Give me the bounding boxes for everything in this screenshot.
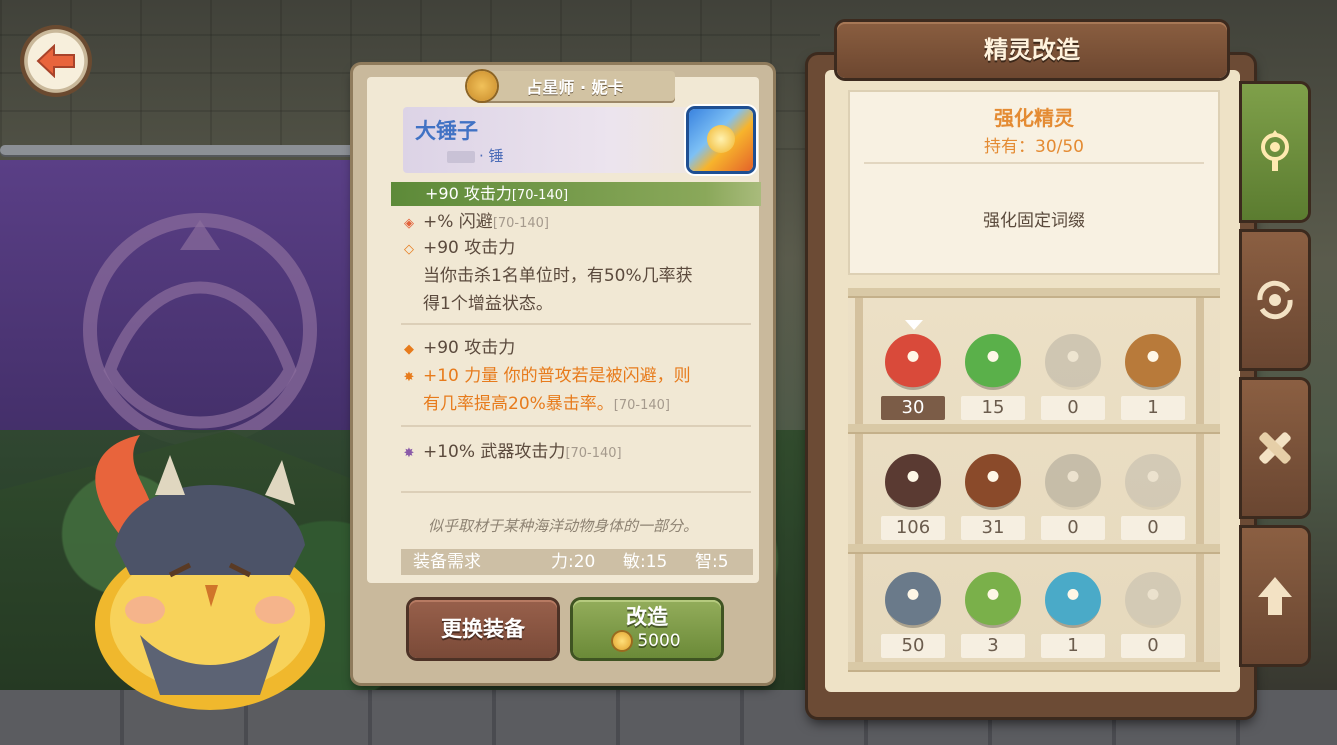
banner-emblem-icon	[83, 213, 317, 447]
spirit-count: 30	[881, 396, 945, 420]
spirit-lamp-icon	[1261, 130, 1289, 171]
spirit-slot[interactable]: 31	[961, 440, 1025, 544]
spirit-count: 0	[1041, 396, 1105, 420]
spirit-count: 0	[1041, 516, 1105, 540]
divider	[401, 491, 751, 493]
divider	[401, 425, 751, 427]
reforge-button[interactable]: 改造 5000	[573, 600, 721, 658]
spirit-sprite-icon	[1125, 454, 1181, 510]
stat-row: ◆ +90 攻击力	[401, 335, 761, 363]
stat-row: ✸ +10 力量 你的普攻若是被闪避，则	[401, 363, 761, 391]
blurred-text	[447, 150, 475, 163]
owner-tag: 占星师 · 妮卡	[467, 71, 675, 101]
main-stat: +90 攻击力[70-140]	[391, 182, 761, 206]
selected-pointer-icon	[905, 320, 923, 330]
stat-detail: 得1个增益状态。	[423, 294, 553, 314]
stat-row: ◈ +% 闪避[70-140]	[401, 209, 761, 237]
shelf-bar	[848, 544, 1220, 552]
equipment-details: 占星师 · 妮卡 大锤子 · 锤 +90 攻击力[70-140] ◈ +% 闪避[…	[367, 71, 761, 583]
spirit-sprite-icon	[1045, 454, 1101, 510]
requirement-str: 力:20	[551, 552, 596, 572]
spirit-slot[interactable]: 0	[1041, 440, 1105, 544]
spirit-sprite-icon	[885, 454, 941, 510]
divider	[401, 323, 751, 325]
arrow-up-icon	[1258, 577, 1292, 615]
spirit-sprite-icon	[965, 454, 1021, 510]
reforge-cost: 5000	[573, 630, 721, 652]
spirit-count: 106	[881, 516, 945, 540]
spirit-sprite-icon	[1125, 334, 1181, 390]
spirit-slot[interactable]: 0	[1041, 320, 1105, 424]
diamond-outline-icon: ◇	[404, 242, 414, 257]
star-icon: ✸	[403, 370, 415, 385]
change-equipment-button[interactable]: 更换装备	[409, 600, 557, 658]
spirit-slot[interactable]: 106	[881, 440, 945, 544]
stat-row: ◇ +90 攻击力	[401, 235, 761, 263]
gold-coin-icon	[613, 632, 632, 650]
spirit-slot[interactable]: 15	[961, 320, 1025, 424]
requirement-int: 智:5	[695, 552, 729, 572]
star-icon: ✸	[403, 446, 415, 461]
back-button[interactable]	[20, 25, 92, 97]
spirit-effect: 强化固定词缀	[983, 211, 1085, 231]
spirit-count: 0	[1121, 634, 1185, 658]
spirit-count: 31	[961, 516, 1025, 540]
owner-name: 占星师 · 妮卡	[526, 78, 624, 97]
spirit-slot[interactable]: 50	[881, 558, 945, 662]
shelf-bar	[848, 424, 1220, 432]
requirement-bar: 装备需求 力:20 敏:15 智:5	[401, 549, 753, 575]
refresh-cycle-icon	[1257, 280, 1293, 320]
arrow-left-icon	[36, 44, 75, 78]
diamond-outline-icon: ◈	[404, 216, 414, 231]
spirit-slot[interactable]: 0	[1121, 440, 1185, 544]
spirit-count: 15	[961, 396, 1025, 420]
hero-character	[95, 435, 325, 710]
side-tab[interactable]	[1242, 232, 1308, 368]
spirit-count: 3	[961, 634, 1025, 658]
spirit-name: 强化精灵	[994, 106, 1074, 130]
spirit-sprite-icon	[1125, 572, 1181, 628]
item-description: 似乎取材于某种海洋动物身体的一部分。	[427, 517, 698, 535]
side-tab[interactable]	[1242, 380, 1308, 516]
reforge-label: 改造	[626, 605, 668, 629]
spirit-sprite-icon	[1045, 572, 1101, 628]
spirit-slot[interactable]: 3	[961, 558, 1025, 662]
stat-detail: 当你击杀1名单位时，有50%几率获	[423, 266, 693, 286]
diamond-icon: ◆	[404, 342, 414, 357]
divider	[864, 162, 1204, 164]
stat-detail: 有几率提高20%暴击率。[70-140]	[423, 394, 670, 414]
equipment-card: 占星师 · 妮卡 大锤子 · 锤 +90 攻击力[70-140] ◈ +% 闪避[…	[353, 65, 773, 683]
spirit-slot[interactable]: 30	[881, 320, 945, 424]
item-hammer-icon[interactable]	[689, 109, 753, 171]
spirit-count: 1	[1041, 634, 1105, 658]
spirit-slot[interactable]: 1	[1041, 558, 1105, 662]
owner-badge-icon	[467, 71, 497, 101]
spirit-sprite-icon	[1045, 334, 1101, 390]
spirit-slot[interactable]: 0	[1121, 558, 1185, 662]
spirit-sprite-icon	[965, 572, 1021, 628]
spirit-count: 0	[1121, 516, 1185, 540]
spirit-sprite-icon	[885, 572, 941, 628]
stat-row: ✸ +10% 武器攻击力[70-140]	[401, 439, 761, 467]
side-tab[interactable]	[1242, 528, 1308, 664]
spirit-info-box: 强化精灵 持有：30/50 强化固定词缀	[848, 90, 1220, 275]
shelf-bar	[848, 288, 1220, 296]
requirement-label: 装备需求	[413, 552, 481, 572]
spirit-sprite-icon	[965, 334, 1021, 390]
banner-rod	[0, 145, 380, 155]
spirit-owned-count: 持有：30/50	[984, 137, 1084, 157]
crossed-bandage-icon	[1259, 432, 1291, 464]
spirit-slot[interactable]: 1	[1121, 320, 1185, 424]
item-type: · 锤	[447, 145, 504, 166]
spirit-sprite-icon	[885, 334, 941, 390]
shelf-post	[855, 288, 863, 666]
requirement-agi: 敏:15	[623, 552, 668, 572]
panel-title: 精灵改造	[837, 22, 1227, 78]
spirit-count: 1	[1121, 396, 1185, 420]
spirit-count: 50	[881, 634, 945, 658]
shelf-post	[1196, 288, 1204, 666]
item-name: 大锤子	[415, 119, 478, 143]
side-tab[interactable]	[1242, 84, 1308, 220]
shelf-bar	[848, 662, 1220, 670]
